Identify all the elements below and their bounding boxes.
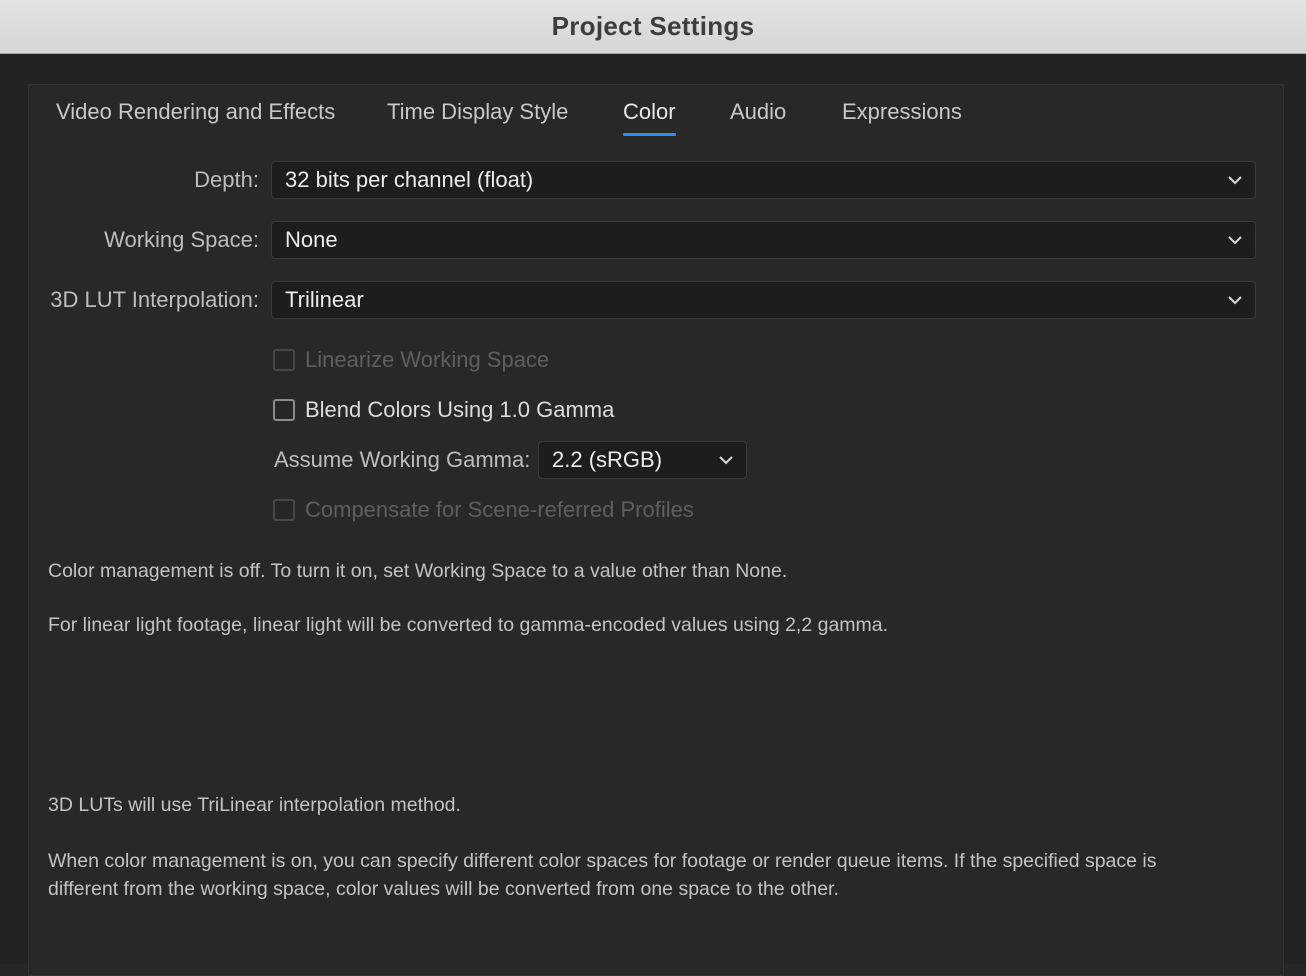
lut-method-text: 3D LUTs will use TriLinear interpolation… bbox=[48, 794, 461, 816]
tab-label: Expressions bbox=[842, 99, 962, 124]
depth-value: 32 bits per channel (float) bbox=[285, 167, 534, 192]
tab-color[interactable]: Color bbox=[623, 99, 676, 136]
chevron-down-icon bbox=[1228, 236, 1242, 245]
lut-interpolation-value: Trilinear bbox=[285, 287, 364, 312]
assume-working-gamma-select[interactable]: 2.2 (sRGB) bbox=[538, 441, 747, 479]
checkbox-unchecked-icon bbox=[273, 349, 295, 371]
tab-label: Color bbox=[623, 99, 676, 124]
color-spaces-text-line1: When color management is on, you can spe… bbox=[48, 850, 1157, 872]
blend-colors-label: Blend Colors Using 1.0 Gamma bbox=[305, 397, 615, 422]
linear-light-text: For linear light footage, linear light w… bbox=[48, 614, 889, 636]
depth-select[interactable]: 32 bits per channel (float) bbox=[271, 161, 1256, 199]
tab-video-rendering-and-effects[interactable]: Video Rendering and Effects bbox=[56, 99, 335, 125]
working-space-label: Working Space: bbox=[104, 227, 259, 252]
window-body: Video Rendering and Effects Time Display… bbox=[0, 54, 1306, 976]
compensate-scene-referred-checkbox[interactable]: Compensate for Scene-referred Profiles bbox=[273, 495, 694, 525]
working-space-value: None bbox=[285, 227, 338, 252]
window-titlebar[interactable]: Project Settings bbox=[0, 0, 1306, 54]
color-management-off-text: Color management is off. To turn it on, … bbox=[48, 560, 788, 582]
active-tab-indicator bbox=[623, 133, 676, 136]
tab-time-display-style[interactable]: Time Display Style bbox=[387, 99, 568, 125]
tab-bar: Video Rendering and Effects Time Display… bbox=[29, 85, 1283, 143]
tab-label: Time Display Style bbox=[387, 99, 569, 124]
compensate-scene-referred-label: Compensate for Scene-referred Profiles bbox=[305, 497, 694, 522]
tab-expressions[interactable]: Expressions bbox=[842, 99, 962, 125]
assume-working-gamma-label: Assume Working Gamma: bbox=[274, 447, 531, 472]
lut-interpolation-select[interactable]: Trilinear bbox=[271, 281, 1256, 319]
tab-audio[interactable]: Audio bbox=[730, 99, 786, 125]
window-title: Project Settings bbox=[551, 11, 755, 41]
lut-interpolation-label: 3D LUT Interpolation: bbox=[50, 287, 259, 312]
tab-label: Video Rendering and Effects bbox=[56, 99, 336, 124]
assume-working-gamma-value: 2.2 (sRGB) bbox=[552, 447, 663, 472]
working-space-select[interactable]: None bbox=[271, 221, 1256, 259]
blend-colors-checkbox[interactable]: Blend Colors Using 1.0 Gamma bbox=[273, 395, 614, 425]
chevron-down-icon bbox=[1228, 176, 1242, 185]
chevron-down-icon bbox=[719, 456, 733, 465]
color-spaces-text-line2: different from the working space, color … bbox=[48, 878, 839, 900]
settings-panel: Video Rendering and Effects Time Display… bbox=[28, 84, 1284, 976]
linearize-working-space-checkbox[interactable]: Linearize Working Space bbox=[273, 345, 549, 375]
checkbox-unchecked-icon bbox=[273, 499, 295, 521]
chevron-down-icon bbox=[1228, 296, 1242, 305]
checkbox-unchecked-icon bbox=[273, 399, 295, 421]
tab-label: Audio bbox=[730, 99, 787, 124]
depth-label: Depth: bbox=[194, 167, 259, 192]
linearize-working-space-label: Linearize Working Space bbox=[305, 347, 550, 372]
